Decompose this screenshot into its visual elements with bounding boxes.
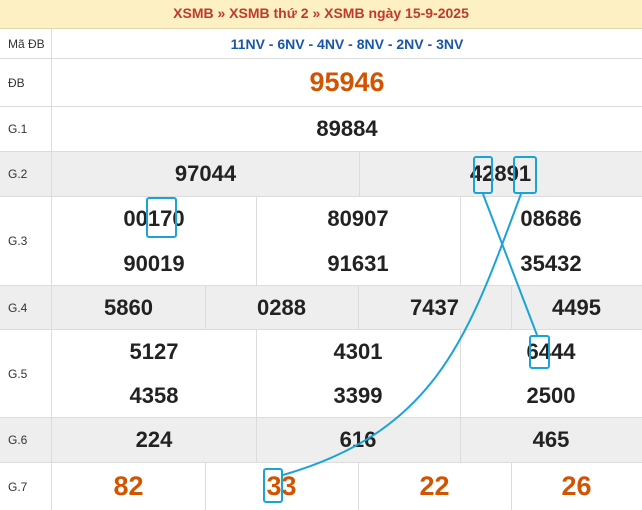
prize-number: 42891 bbox=[469, 161, 532, 186]
prize-number: 2500 bbox=[526, 383, 576, 408]
row-prize-3: G.3 00170 80907 08686 90019 91631 35432 bbox=[0, 197, 642, 286]
prize-number: 4301 bbox=[333, 339, 383, 364]
prize-number: 616 bbox=[339, 427, 377, 452]
special-prize-number: 95946 bbox=[309, 67, 385, 97]
prize-number: 35432 bbox=[520, 250, 582, 276]
highlight-box bbox=[146, 197, 177, 238]
prize-number: 08686 bbox=[520, 206, 582, 231]
row-prize-4: G.4 5860 0288 7437 4495 bbox=[0, 286, 642, 330]
row-label: G.3 bbox=[0, 197, 52, 285]
prize-number: 97044 bbox=[174, 161, 237, 186]
breadcrumb-separator: » bbox=[312, 5, 321, 21]
prize-number: 26 bbox=[561, 471, 592, 501]
breadcrumb: XSMB » XSMB thứ 2 » XSMB ngày 15-9-2025 bbox=[0, 0, 642, 29]
row-label: G.5 bbox=[0, 330, 52, 417]
prize-number: 3399 bbox=[333, 383, 383, 408]
row-ma-db: Mã ĐB 11NV - 6NV - 4NV - 8NV - 2NV - 3NV bbox=[0, 29, 642, 59]
highlight-box bbox=[263, 468, 283, 503]
prize-number: 0288 bbox=[257, 294, 306, 320]
prize-number: 4495 bbox=[552, 294, 601, 320]
breadcrumb-xsmb-link[interactable]: XSMB bbox=[173, 5, 213, 21]
prize-number: 7437 bbox=[410, 294, 459, 320]
row-prize-7: G.7 82 33 22 26 bbox=[0, 463, 642, 510]
breadcrumb-current-date[interactable]: XSMB ngày 15-9-2025 bbox=[324, 5, 469, 21]
prize-number: 4358 bbox=[129, 383, 179, 408]
prize-number: 6444 bbox=[526, 339, 576, 364]
row-label: G.2 bbox=[0, 152, 52, 196]
prize-number: 90019 bbox=[123, 250, 185, 276]
row-prize-6: G.6 224 616 465 bbox=[0, 418, 642, 463]
row-label: G.7 bbox=[0, 463, 52, 510]
highlight-box bbox=[473, 156, 493, 194]
row-special-prize: ĐB 95946 bbox=[0, 59, 642, 107]
prize-number: 22 bbox=[419, 471, 450, 501]
prize-number: 82 bbox=[113, 471, 144, 501]
breadcrumb-separator: » bbox=[217, 5, 226, 21]
row-label: G.6 bbox=[0, 418, 52, 462]
prize-number: 80907 bbox=[327, 206, 389, 231]
row-label: ĐB bbox=[0, 59, 52, 106]
highlight-box bbox=[529, 335, 550, 369]
special-prize-codes: 11NV - 6NV - 4NV - 8NV - 2NV - 3NV bbox=[230, 35, 464, 52]
prize-number: 224 bbox=[135, 427, 173, 452]
prize-number: 465 bbox=[532, 427, 570, 452]
prize-number: 5127 bbox=[129, 339, 179, 364]
prize-number: 89884 bbox=[316, 116, 378, 141]
prize-number: 91631 bbox=[327, 250, 389, 276]
row-label: Mã ĐB bbox=[0, 29, 52, 58]
breadcrumb-xsmb-thu2-link[interactable]: XSMB thứ 2 bbox=[229, 5, 308, 21]
row-prize-1: G.1 89884 bbox=[0, 107, 642, 152]
highlight-box bbox=[513, 156, 537, 194]
row-label: G.1 bbox=[0, 107, 52, 151]
row-label: G.4 bbox=[0, 286, 52, 329]
prize-number: 5860 bbox=[104, 294, 153, 320]
row-prize-2: G.2 97044 42891 bbox=[0, 152, 642, 197]
